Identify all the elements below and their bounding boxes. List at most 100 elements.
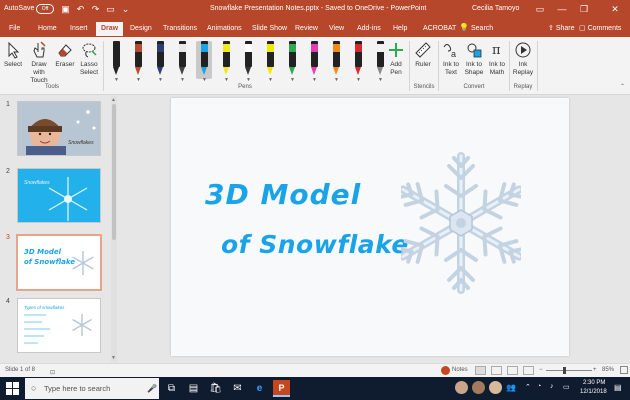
tab-help[interactable]: Help	[388, 22, 412, 36]
tab-design[interactable]: Design	[125, 22, 157, 36]
pen-12[interactable]: ▼	[350, 41, 366, 83]
scrollbar-thumb[interactable]	[112, 104, 116, 240]
present-icon[interactable]: ▭	[104, 3, 117, 15]
contact-avatar[interactable]	[472, 381, 485, 394]
battery-icon[interactable]: ▭	[563, 383, 570, 391]
add-pen-button[interactable]: Add Pen	[386, 41, 406, 77]
restore-icon[interactable]: ❐	[574, 0, 594, 19]
slide-canvas[interactable]: 3D Model of Snowflake	[171, 98, 569, 356]
draw-with-touch-button[interactable]: Draw with Touch	[25, 41, 53, 85]
customize-icon[interactable]: ⌄	[119, 3, 132, 15]
pen-5[interactable]: ▼	[196, 41, 212, 83]
people-icon[interactable]: 👥	[506, 383, 516, 392]
taskbar-search-box[interactable]: ○ Type here to search 🎤	[25, 378, 159, 399]
tab-acrobat[interactable]: ACROBAT	[418, 22, 461, 36]
ink-to-math-button[interactable]: π Ink to Math	[486, 41, 508, 77]
select-button[interactable]: Select	[2, 41, 24, 69]
pen-6[interactable]: ▼	[218, 41, 234, 83]
slide-title-line2[interactable]: of Snowflake	[221, 230, 409, 259]
redo-icon[interactable]: ↷	[89, 3, 102, 15]
chevron-down-icon: ▼	[136, 77, 141, 83]
pen-1[interactable]: ▼	[108, 41, 124, 83]
pen-color-band	[179, 44, 186, 52]
pen-10[interactable]: ▼	[306, 41, 322, 83]
ruler-button[interactable]: Ruler	[412, 41, 434, 69]
tab-transitions[interactable]: Transitions	[158, 22, 202, 36]
notes-button[interactable]: Notes	[452, 364, 468, 377]
ink-replay-button[interactable]: Ink Replay	[512, 41, 534, 77]
minimize-icon[interactable]: —	[552, 0, 572, 19]
zoom-slider[interactable]	[546, 370, 592, 371]
slide-title-line1[interactable]: 3D Model	[205, 178, 361, 211]
scroll-up-icon[interactable]: ▲	[111, 97, 116, 103]
pen-7[interactable]: ▼	[240, 41, 256, 83]
fit-slide-icon[interactable]	[620, 366, 628, 374]
windows-start-icon[interactable]	[6, 382, 19, 395]
tab-review[interactable]: Review	[290, 22, 323, 36]
edge-icon[interactable]: e	[251, 380, 268, 397]
contact-avatar[interactable]	[489, 381, 502, 394]
comments-button[interactable]: ▢ Comments	[576, 22, 624, 35]
blue-snowflake-art	[18, 169, 100, 222]
tell-me-search[interactable]: Search	[466, 22, 498, 36]
autosave-toggle[interactable]: Off	[36, 4, 54, 14]
zoom-slider-thumb[interactable]	[563, 367, 566, 374]
volume-icon[interactable]: ♪	[550, 383, 554, 390]
zoom-in-icon[interactable]: +	[593, 364, 597, 377]
show-hidden-icons[interactable]: ⌃	[525, 383, 531, 391]
slideshow-view-icon[interactable]	[523, 366, 534, 375]
save-icon[interactable]: ▣	[59, 3, 72, 15]
slide-thumbnail-2[interactable]: Snowflakes	[17, 168, 101, 223]
contact-avatar[interactable]	[455, 381, 468, 394]
clock-time[interactable]: 2:30 PM	[583, 380, 605, 386]
tab-file[interactable]: File	[4, 22, 25, 36]
mail-icon[interactable]: ✉	[229, 380, 246, 397]
tab-animations[interactable]: Animations	[202, 22, 247, 36]
lasso-select-button[interactable]: Lasso Select	[77, 41, 101, 77]
pen-8[interactable]: ▼	[262, 41, 278, 83]
wifi-icon[interactable]: ◔	[537, 383, 541, 390]
pen-11[interactable]: ▼	[328, 41, 344, 83]
tab-view[interactable]: View	[324, 22, 349, 36]
undo-icon[interactable]: ↶	[74, 3, 87, 15]
file-explorer-icon[interactable]: ▤	[185, 380, 202, 397]
slide-thumbnail-4[interactable]: Types of snowflakes	[17, 298, 101, 353]
tab-insert[interactable]: Insert	[65, 22, 93, 36]
pen-2[interactable]: ▼	[130, 41, 146, 83]
share-button[interactable]: ⇪ Share	[545, 22, 578, 35]
ribbon-display-icon[interactable]: ▭	[530, 0, 550, 19]
pen-color-band	[201, 44, 208, 52]
user-name[interactable]: Cecilia Tamoyo	[472, 5, 519, 12]
tab-draw[interactable]: Draw	[96, 22, 124, 36]
powerpoint-taskbar-icon[interactable]: P	[273, 380, 290, 397]
eraser-button[interactable]: Eraser	[54, 41, 76, 69]
slide-sorter-icon[interactable]	[491, 366, 502, 375]
ink-to-text-button[interactable]: a Ink to Text	[440, 41, 462, 77]
reading-view-icon[interactable]	[507, 366, 518, 375]
slide-thumbnail-1[interactable]: Snowflakes	[17, 101, 101, 156]
clock-date[interactable]: 12/1/2018	[580, 389, 607, 395]
ink-to-shape-button[interactable]: Ink to Shape	[463, 41, 485, 77]
chevron-down-icon: ▼	[290, 77, 295, 83]
pen-9[interactable]: ▼	[284, 41, 300, 83]
tab-slide-show[interactable]: Slide Show	[247, 22, 292, 36]
pen-3[interactable]: ▼	[152, 41, 168, 83]
store-icon[interactable]: 🛍	[207, 380, 224, 397]
normal-view-icon[interactable]	[475, 366, 486, 375]
status-bar: Slide 1 of 8 ⊡ Notes − + 85%	[0, 363, 630, 377]
tab-home[interactable]: Home	[33, 22, 62, 36]
thumbnail-number: 3	[6, 234, 10, 241]
snowflake-3d-model[interactable]	[401, 148, 521, 298]
zoom-level[interactable]: 85%	[602, 364, 614, 377]
action-center-icon[interactable]: ▤	[614, 383, 622, 392]
zoom-out-icon[interactable]: −	[539, 364, 543, 377]
microphone-icon[interactable]: 🎤	[147, 378, 157, 399]
close-icon[interactable]: ✕	[600, 0, 630, 19]
notes-icon[interactable]	[441, 366, 450, 375]
task-view-icon[interactable]: ⧉	[163, 380, 180, 397]
tab-add-ins[interactable]: Add-ins	[352, 22, 386, 36]
collapse-ribbon-icon[interactable]: ⌃	[620, 83, 625, 90]
scroll-down-icon[interactable]: ▼	[111, 355, 116, 361]
pen-4[interactable]: ▼	[174, 41, 190, 83]
slide-thumbnail-3[interactable]: 3D Model of Snowflake	[16, 234, 102, 291]
